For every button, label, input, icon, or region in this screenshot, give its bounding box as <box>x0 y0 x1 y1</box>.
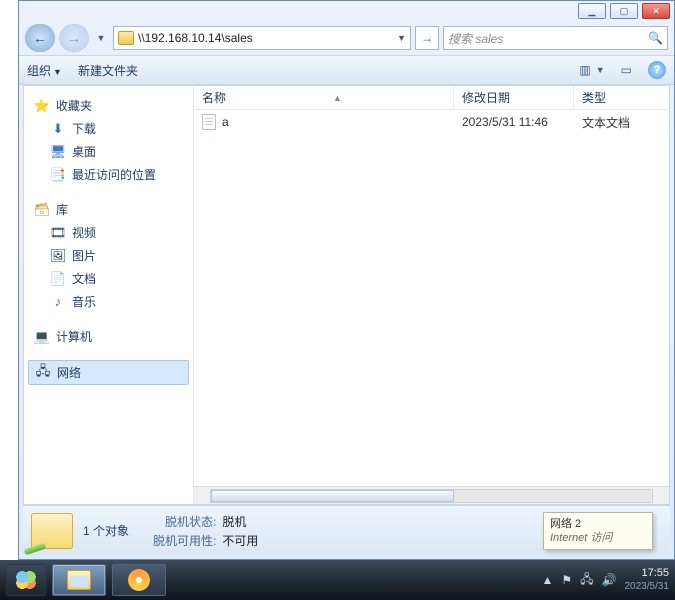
navigation-pane: ⭐收藏夹 ⬇下载 🖥桌面 📑最近访问的位置 🗃库 🎞视频 🖼图片 📄文档 ♪音乐… <box>24 86 194 504</box>
search-icon: 🔍 <box>648 31 663 45</box>
sidebar-item-recent[interactable]: 📑最近访问的位置 <box>28 163 189 186</box>
text-file-icon <box>202 114 216 130</box>
titlebar: ▁ ▢ ✕ <box>19 1 674 21</box>
tray-network-icon[interactable]: 🖧 <box>580 570 593 591</box>
system-tray: ▲ ⚑ 🖧 🔊 17:55 2023/5/31 <box>542 567 670 593</box>
offline-status-value: 脱机 <box>222 513 258 530</box>
content-area: ⭐收藏夹 ⬇下载 🖥桌面 📑最近访问的位置 🗃库 🎞视频 🖼图片 📄文档 ♪音乐… <box>23 85 670 505</box>
sidebar-item-network[interactable]: 🖧网络 <box>28 360 189 385</box>
start-button[interactable] <box>6 564 46 596</box>
desktop-icon: 🖥 <box>50 144 66 160</box>
minimize-button[interactable]: ▁ <box>578 3 606 19</box>
taskbar-app-explorer[interactable] <box>52 564 106 596</box>
clock-time: 17:55 <box>625 567 670 580</box>
videos-icon: 🎞 <box>50 225 66 241</box>
computer-icon: 💻 <box>34 329 50 345</box>
sidebar-item-desktop[interactable]: 🖥桌面 <box>28 140 189 163</box>
horizontal-scrollbar[interactable] <box>194 486 669 504</box>
nav-history-dropdown[interactable]: ▼ <box>93 24 109 52</box>
details-count: 1 个对象 <box>83 522 143 539</box>
refresh-button[interactable]: → <box>415 26 439 50</box>
back-button[interactable]: ← <box>25 24 55 52</box>
scroll-track[interactable] <box>210 489 653 503</box>
view-mode-button[interactable]: ▥ ▼ <box>579 63 604 77</box>
pictures-icon: 🖼 <box>50 248 66 264</box>
tray-flag-icon[interactable]: ⚑ <box>561 573 572 587</box>
recent-icon: 📑 <box>50 167 66 183</box>
tray-volume-icon[interactable]: 🔊 <box>602 573 617 587</box>
sidebar-item-downloads[interactable]: ⬇下载 <box>28 117 189 140</box>
forward-button[interactable]: → <box>59 24 89 52</box>
wmp-icon <box>128 569 150 591</box>
toolbar: 组织▼ 新建文件夹 ▥ ▼ ▭ ? <box>19 55 674 85</box>
tooltip-line2: Internet 访问 <box>550 531 646 545</box>
network-tooltip: 网络 2 Internet 访问 <box>543 512 653 550</box>
explorer-icon <box>67 570 91 590</box>
details-folder-icon <box>31 513 73 549</box>
taskbar-app-mediaplayer[interactable] <box>112 564 166 596</box>
clock-date: 2023/5/31 <box>625 580 670 593</box>
file-name: a <box>222 115 229 129</box>
preview-pane-button[interactable]: ▭ <box>621 63 632 77</box>
file-list: 名称▲ 修改日期 类型 a 2023/5/31 11:46 文本文档 <box>194 86 669 504</box>
libraries-icon: 🗃 <box>34 202 50 218</box>
address-bar[interactable]: \\192.168.10.14\sales ▼ <box>113 26 411 50</box>
tray-chevron-icon[interactable]: ▲ <box>542 573 554 587</box>
details-grid: 脱机状态: 脱机 脱机可用性: 不可用 <box>153 513 258 549</box>
col-type[interactable]: 类型 <box>574 86 669 109</box>
folder-icon <box>118 31 134 45</box>
explorer-window: ▁ ▢ ✕ ← → ▼ \\192.168.10.14\sales ▼ → 搜索… <box>18 0 675 560</box>
file-type: 文本文档 <box>574 110 669 134</box>
maximize-button[interactable]: ▢ <box>610 3 638 19</box>
documents-icon: 📄 <box>50 271 66 287</box>
downloads-icon: ⬇ <box>50 121 66 137</box>
offline-avail-value: 不可用 <box>222 532 258 549</box>
taskbar: ▲ ⚑ 🖧 🔊 17:55 2023/5/31 <box>0 560 675 600</box>
music-icon: ♪ <box>50 294 66 310</box>
star-icon: ⭐ <box>34 98 50 114</box>
rows-area[interactable]: a 2023/5/31 11:46 文本文档 <box>194 110 669 486</box>
file-row[interactable]: a 2023/5/31 11:46 文本文档 <box>194 110 669 134</box>
help-button[interactable]: ? <box>648 61 666 79</box>
libraries-header[interactable]: 🗃库 <box>28 198 189 221</box>
search-input[interactable]: 搜索 sales 🔍 <box>443 26 668 50</box>
col-date[interactable]: 修改日期 <box>454 86 574 109</box>
address-dropdown-icon[interactable]: ▼ <box>397 33 406 43</box>
address-path: \\192.168.10.14\sales <box>138 31 253 45</box>
favorites-header[interactable]: ⭐收藏夹 <box>28 94 189 117</box>
sidebar-item-computer[interactable]: 💻计算机 <box>28 325 189 348</box>
sidebar-item-music[interactable]: ♪音乐 <box>28 290 189 313</box>
search-placeholder: 搜索 sales <box>448 30 503 47</box>
offline-avail-label: 脱机可用性: <box>153 532 216 549</box>
sidebar-item-pictures[interactable]: 🖼图片 <box>28 244 189 267</box>
new-folder-button[interactable]: 新建文件夹 <box>78 62 138 79</box>
column-headers: 名称▲ 修改日期 类型 <box>194 86 669 110</box>
sidebar-item-videos[interactable]: 🎞视频 <box>28 221 189 244</box>
col-name[interactable]: 名称▲ <box>194 86 454 109</box>
clock[interactable]: 17:55 2023/5/31 <box>625 567 670 593</box>
sidebar-item-documents[interactable]: 📄文档 <box>28 267 189 290</box>
address-bar-row: ← → ▼ \\192.168.10.14\sales ▼ → 搜索 sales… <box>19 21 674 55</box>
tooltip-line1: 网络 2 <box>550 517 646 531</box>
close-button[interactable]: ✕ <box>642 3 670 19</box>
file-date: 2023/5/31 11:46 <box>454 110 574 134</box>
offline-status-label: 脱机状态: <box>153 513 216 530</box>
organize-button[interactable]: 组织▼ <box>27 62 62 79</box>
scroll-thumb[interactable] <box>211 490 454 502</box>
network-icon: 🖧 <box>35 365 51 381</box>
